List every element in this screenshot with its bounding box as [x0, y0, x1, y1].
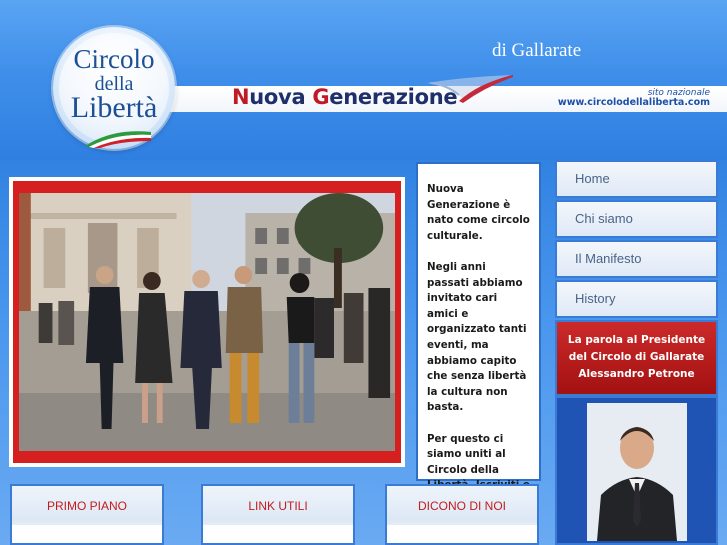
president-message-link[interactable]: La parola al Presidente del Circolo di G… [555, 320, 718, 396]
nav-item-chi-siamo[interactable]: Chi siamo [555, 200, 718, 238]
event-photo [19, 193, 395, 451]
president-portrait-panel [555, 396, 718, 545]
logo-line-3: Libertà [70, 91, 158, 124]
featured-photo-frame [9, 177, 405, 467]
president-line-2: del Circolo di Gallarate [568, 351, 705, 363]
intro-paragraph-1: Nuova Generazione è nato come circolo cu… [427, 183, 530, 242]
nav-item-manifesto[interactable]: Il Manifesto [555, 240, 718, 278]
intro-textbox: Nuova Generazione è nato come circolo cu… [416, 162, 541, 538]
site-header: Circolo della Libertà di Gallarate Nuova… [0, 0, 727, 160]
main-navigation: Home Chi siamo Il Manifesto History [555, 160, 718, 320]
national-site-link[interactable]: sito nazionale www.circolodellaliberta.c… [558, 88, 710, 109]
tab-link-utili-label: LINK UTILI [248, 499, 308, 513]
tab-primo-piano-label: PRIMO PIANO [46, 499, 127, 513]
title-part-1: uova [249, 85, 313, 109]
tab-primo-piano[interactable]: PRIMO PIANO [10, 484, 164, 545]
president-line-3: Alessandro Petrone [578, 368, 695, 380]
title-initial-n: N [232, 85, 250, 109]
title-initial-g: G [312, 85, 330, 109]
site-subtitle: di Gallarate [492, 40, 582, 61]
italian-flag-swoosh-icon [85, 131, 151, 148]
national-site-url[interactable]: www.circolodellaliberta.com [558, 97, 710, 109]
photo-red-border [13, 181, 401, 463]
intro-paragraph-2: Negli anni passati abbiamo invitato cari… [427, 260, 527, 414]
nav-item-home[interactable]: Home [555, 160, 718, 198]
tab-dicono-di-noi-label: DICONO DI NOI [417, 499, 506, 513]
nav-item-history[interactable]: History [555, 280, 718, 318]
circolo-logo[interactable]: Circolo della Libertà [53, 27, 175, 149]
tricolor-swoosh-icon [427, 75, 513, 103]
logo-line-1: Circolo [73, 44, 155, 74]
president-line-1: La parola al Presidente [567, 334, 706, 346]
president-portrait[interactable] [587, 403, 687, 541]
tab-link-utili[interactable]: LINK UTILI [201, 484, 355, 545]
tab-dicono-di-noi[interactable]: DICONO DI NOI [385, 484, 539, 545]
